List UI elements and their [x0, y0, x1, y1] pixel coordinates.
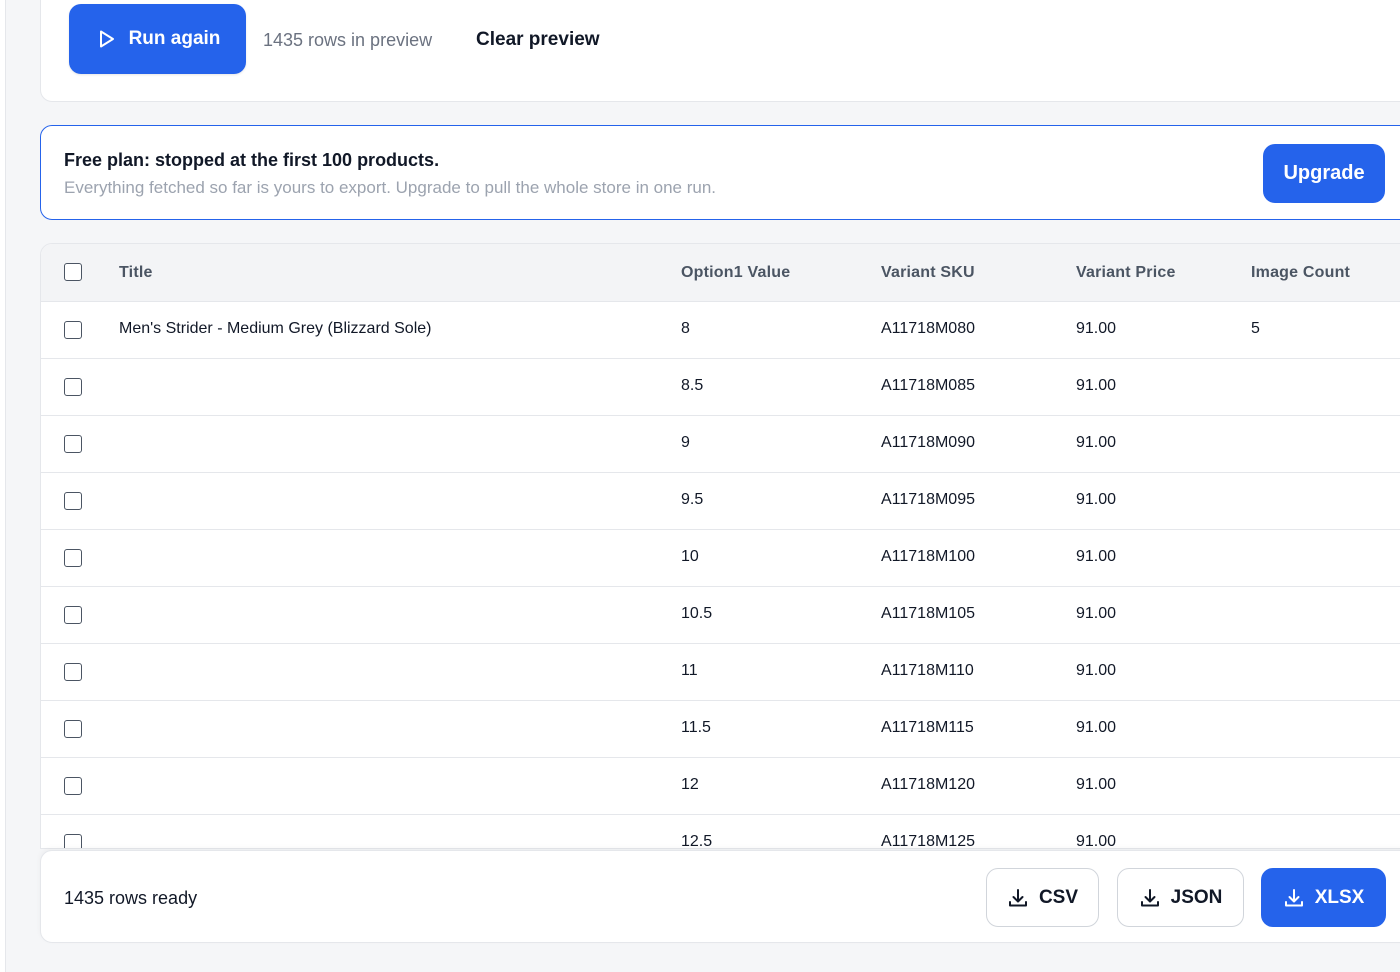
cell-option1-value: 12.5: [681, 833, 713, 849]
cell-option1-value: 11.5: [681, 719, 711, 736]
rows-ready-text: 1435 rows ready: [64, 888, 198, 908]
cell-variant-price: 91.00: [1076, 377, 1117, 394]
run-again-label: Run again: [128, 28, 221, 49]
cell-option1-value: 9: [681, 434, 690, 451]
notice-subtitle: Everything fetched so far is yours to ex…: [64, 178, 717, 197]
run-again-button[interactable]: Run again: [69, 4, 246, 74]
cell-variant-price: 91.00: [1076, 320, 1117, 337]
table-row: 8.5 A11718M085 91.00: [41, 359, 1400, 416]
table-header: Title Option1 Value Variant SKU Variant …: [41, 244, 1400, 302]
table-row: 10.5 A11718M105 91.00: [41, 587, 1400, 644]
table-row: 9.5 A11718M095 91.00: [41, 473, 1400, 530]
cell-variant-price: 91.00: [1076, 605, 1117, 622]
cell-variant-price: 91.00: [1076, 719, 1117, 736]
download-icon: [1283, 887, 1305, 909]
free-plan-notice: Free plan: stopped at the first 100 prod…: [40, 125, 1400, 220]
cell-variant-price: 91.00: [1076, 833, 1117, 849]
cell-option1-value: 8.5: [681, 377, 704, 394]
cell-variant-price: 91.00: [1076, 776, 1117, 793]
row-checkbox[interactable]: [64, 834, 82, 848]
notice-title: Free plan: stopped at the first 100 prod…: [64, 150, 440, 170]
cell-variant-sku: A11718M115: [881, 719, 974, 736]
cell-variant-sku: A11718M085: [881, 377, 975, 394]
export-footer: 1435 rows ready CSV JSON XLSX: [40, 850, 1400, 943]
cell-variant-sku: A11718M105: [881, 605, 975, 622]
column-header-option1-value[interactable]: Option1 Value: [681, 264, 790, 282]
cell-image-count: 5: [1251, 320, 1260, 337]
download-icon: [1007, 887, 1029, 909]
json-label: JSON: [1170, 886, 1223, 908]
row-checkbox[interactable]: [64, 321, 82, 339]
cell-variant-sku: A11718M080: [881, 320, 975, 337]
select-all-checkbox[interactable]: [64, 263, 82, 281]
column-header-variant-sku[interactable]: Variant SKU: [881, 264, 975, 282]
cell-option1-value: 12: [681, 776, 699, 793]
column-header-image-count[interactable]: Image Count: [1251, 264, 1350, 282]
cell-variant-sku: A11718M095: [881, 491, 975, 508]
preview-table: Title Option1 Value Variant SKU Variant …: [40, 243, 1400, 849]
upgrade-button[interactable]: Upgrade: [1263, 144, 1385, 203]
table-row: 11 A11718M110 91.00: [41, 644, 1400, 701]
cell-title: Men's Strider - Medium Grey (Blizzard So…: [119, 320, 432, 337]
cell-variant-sku: A11718M090: [881, 434, 975, 451]
csv-label: CSV: [1038, 886, 1079, 908]
table-row: 11.5 A11718M115 91.00: [41, 701, 1400, 758]
row-checkbox[interactable]: [64, 492, 82, 510]
cell-option1-value: 9.5: [681, 491, 704, 508]
download-icon: [1139, 887, 1161, 909]
table-row: Men's Strider - Medium Grey (Blizzard So…: [41, 302, 1400, 359]
row-checkbox[interactable]: [64, 606, 82, 624]
cell-option1-value: 10: [681, 548, 699, 565]
table-row: 12 A11718M120 91.00: [41, 758, 1400, 815]
row-checkbox[interactable]: [64, 663, 82, 681]
cell-variant-sku: A11718M120: [881, 776, 975, 793]
table-row: 10 A11718M100 91.00: [41, 530, 1400, 587]
cell-variant-price: 91.00: [1076, 491, 1117, 508]
cell-option1-value: 11: [681, 662, 698, 679]
cell-variant-price: 91.00: [1076, 434, 1117, 451]
row-checkbox[interactable]: [64, 549, 82, 567]
export-json-button[interactable]: JSON: [1117, 868, 1244, 927]
clear-preview-button[interactable]: Clear preview: [476, 28, 600, 52]
cell-variant-price: 91.00: [1076, 548, 1117, 565]
table-row: 9 A11718M090 91.00: [41, 416, 1400, 473]
cell-variant-sku: A11718M125: [881, 833, 975, 849]
left-panel-edge: [0, 0, 6, 972]
row-checkbox[interactable]: [64, 378, 82, 396]
cell-option1-value: 8: [681, 320, 690, 337]
xlsx-label: XLSX: [1314, 886, 1365, 908]
cell-variant-sku: A11718M110: [881, 662, 974, 679]
export-xlsx-button[interactable]: XLSX: [1261, 868, 1386, 927]
row-checkbox[interactable]: [64, 720, 82, 738]
rows-in-preview-text: 1435 rows in preview: [263, 30, 433, 50]
play-icon: [95, 28, 117, 50]
row-checkbox[interactable]: [64, 435, 82, 453]
export-csv-button[interactable]: CSV: [986, 868, 1099, 927]
column-header-variant-price[interactable]: Variant Price: [1076, 264, 1176, 282]
cell-variant-price: 91.00: [1076, 662, 1117, 679]
table-row: 12.5 A11718M125 91.00: [41, 815, 1400, 849]
row-checkbox[interactable]: [64, 777, 82, 795]
column-header-title[interactable]: Title: [119, 264, 153, 282]
cell-variant-sku: A11718M100: [881, 548, 975, 565]
cell-option1-value: 10.5: [681, 605, 713, 622]
